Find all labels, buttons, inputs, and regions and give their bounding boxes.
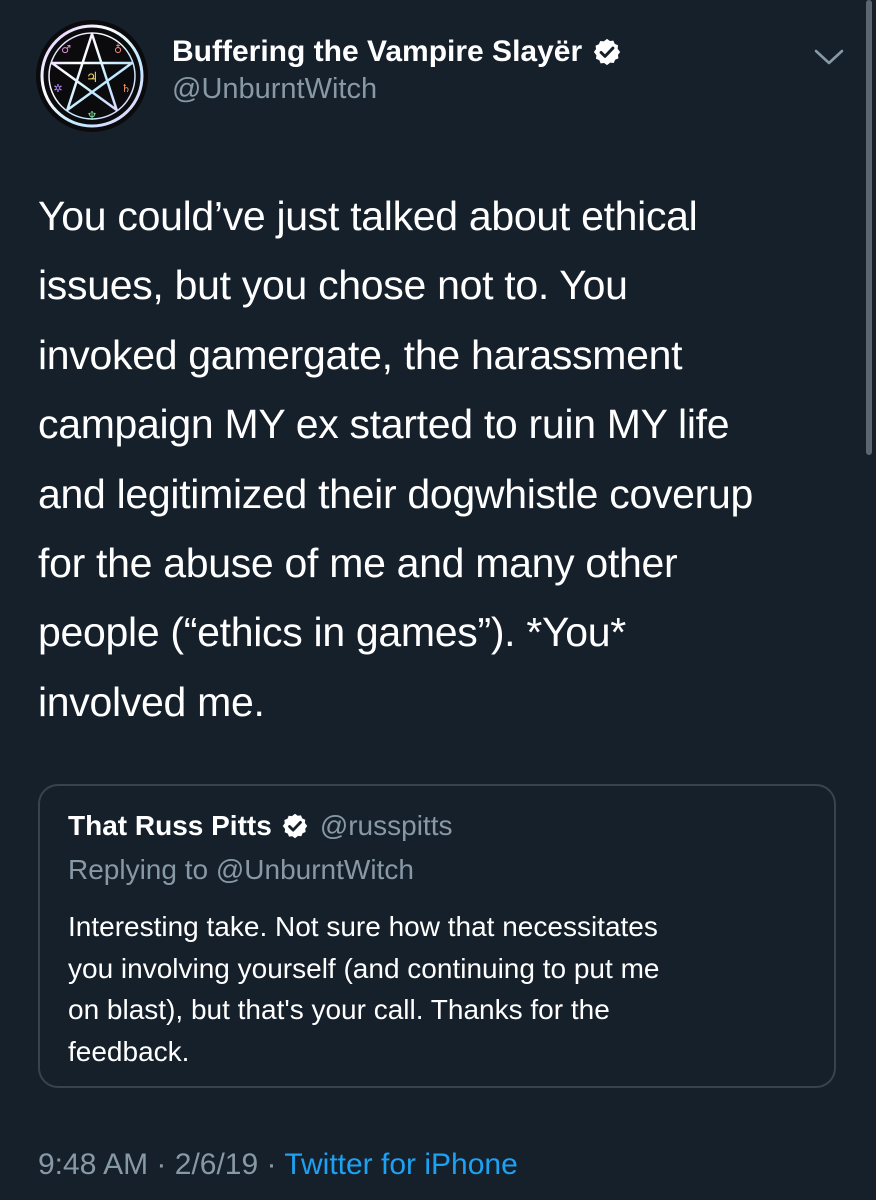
quoted-tweet-card[interactable]: That Russ Pitts @russpitts Replying to @…: [38, 784, 836, 1088]
svg-text:♂: ♂: [61, 43, 71, 56]
chevron-down-icon[interactable]: [812, 44, 846, 70]
svg-text:✲: ✲: [53, 82, 62, 95]
pentagram-avatar-icon: ♃ ♂ ♁ ✲ ♄ ♆: [40, 24, 144, 128]
quoted-replying-to: Replying to @UnburntWitch: [68, 854, 414, 885]
scrollbar[interactable]: [866, 0, 872, 455]
tweet-text: You could’ve just talked about ethical i…: [38, 193, 754, 725]
quoted-author-handle: @russpitts: [319, 810, 453, 841]
verified-badge-icon: [282, 813, 308, 839]
author-name-row[interactable]: Buffering the Vampire Slayër: [172, 32, 622, 72]
tweet-date[interactable]: 2/6/19: [175, 1148, 258, 1181]
svg-text:♁: ♁: [114, 43, 122, 56]
meta-separator: ·: [156, 1148, 167, 1181]
tweet-meta: 9:48 AM · 2/6/19 · Twitter for iPhone: [38, 1148, 518, 1182]
quoted-author-display-name: That Russ Pitts: [68, 810, 272, 841]
quoted-tweet-text: Interesting take. Not sure how that nece…: [68, 911, 660, 1067]
meta-separator: ·: [266, 1148, 277, 1181]
tweet-source-link[interactable]: Twitter for iPhone: [284, 1148, 517, 1181]
tweet-time[interactable]: 9:48 AM: [38, 1148, 148, 1181]
svg-text:♃: ♃: [86, 70, 99, 86]
author-display-name[interactable]: Buffering the Vampire Slayër: [172, 35, 582, 69]
svg-text:♆: ♆: [87, 109, 98, 123]
verified-badge-icon: [594, 38, 621, 66]
author-handle[interactable]: @UnburntWitch: [172, 73, 377, 106]
quoted-tweet-header: That Russ Pitts @russpitts: [68, 806, 452, 846]
svg-text:♄: ♄: [121, 82, 131, 95]
avatar[interactable]: ♃ ♂ ♁ ✲ ♄ ♆: [36, 20, 148, 132]
